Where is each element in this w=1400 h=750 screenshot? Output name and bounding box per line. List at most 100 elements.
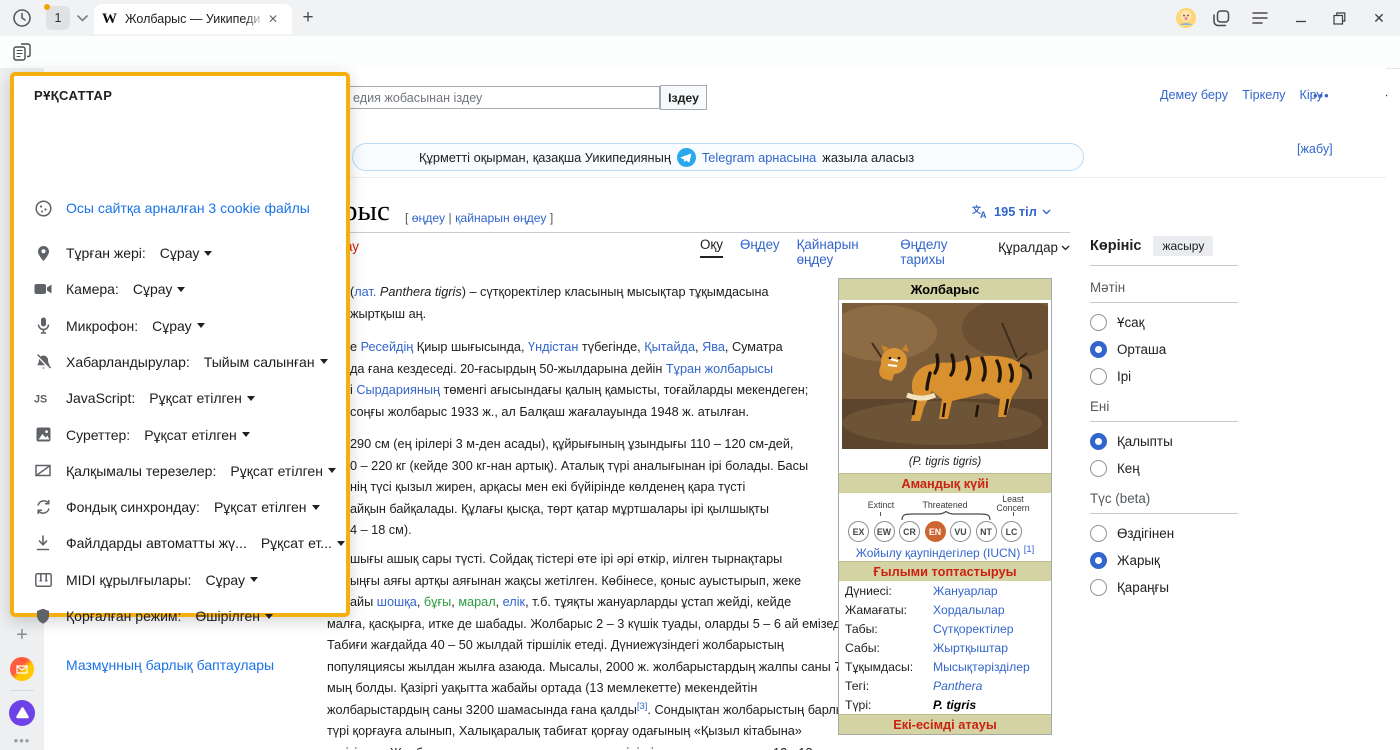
taxonomy-value[interactable]: Мысықтәрізділер bbox=[933, 660, 1030, 674]
telegram-channel-link[interactable]: Telegram арнасына bbox=[702, 150, 816, 165]
tab-group-chevron-icon[interactable] bbox=[74, 10, 90, 26]
wiki-link[interactable]: Ява bbox=[702, 340, 725, 354]
wiki-link[interactable]: шошқа bbox=[377, 595, 417, 609]
appearance-option-Ірі[interactable]: Ірі bbox=[1090, 367, 1238, 385]
permission-value-dropdown[interactable]: Сұрау bbox=[160, 245, 213, 261]
appearance-option-Жарық[interactable]: Жарық bbox=[1090, 551, 1238, 569]
article-line: да ғана кездеседі. 20-ғасырдың 50-жылдар… bbox=[327, 359, 808, 381]
taxonomy-value[interactable]: Жануарлар bbox=[933, 584, 998, 598]
taxonomy-row: Сабы:Жыртқыштар bbox=[839, 638, 1051, 657]
page-tab-Өңделу тарихы[interactable]: Өңделу тарихы bbox=[900, 237, 981, 258]
radio-button[interactable] bbox=[1090, 433, 1107, 450]
taxonomy-value[interactable]: Жыртқыштар bbox=[933, 641, 1008, 655]
top-more-menu[interactable]: ••• bbox=[1313, 88, 1330, 103]
permission-label: Микрофон: bbox=[66, 318, 138, 334]
reference-link[interactable]: [3] bbox=[637, 700, 648, 711]
yandex-mail-icon[interactable] bbox=[9, 656, 35, 682]
permission-label: Хабарландырулар: bbox=[66, 354, 190, 370]
browser-tab[interactable]: W Жолбарыс — Уикипеди ✕ bbox=[94, 4, 292, 34]
history-clock-icon[interactable] bbox=[10, 6, 34, 30]
wiki-link[interactable]: лат. bbox=[354, 285, 376, 299]
permission-value-dropdown[interactable]: Сұрау bbox=[133, 281, 186, 297]
wiki-link[interactable]: бұғы bbox=[424, 595, 451, 609]
tab-close-icon[interactable]: ✕ bbox=[265, 11, 281, 27]
page-tab-Өңдеу[interactable]: Өңдеу bbox=[740, 237, 780, 258]
wiki-link[interactable]: марал bbox=[458, 595, 495, 609]
permission-value-dropdown[interactable]: Рұқсат етілген bbox=[214, 499, 320, 515]
edit-source-link[interactable]: қайнарын өңдеу bbox=[455, 211, 546, 225]
taxonomy-label: Дүниесі: bbox=[839, 581, 927, 600]
status-reference[interactable]: [1] bbox=[1024, 544, 1035, 555]
page-tab-Қайнарын өңдеу[interactable]: Қайнарын өңдеу bbox=[797, 237, 884, 258]
wiki-link[interactable]: Үндістан bbox=[528, 340, 578, 354]
wiki-search-button[interactable]: Іздеу bbox=[660, 85, 707, 110]
radio-button[interactable] bbox=[1090, 579, 1107, 596]
permissions-title: РҰҚСАТТАР bbox=[34, 88, 112, 103]
appearance-option-Өздігінен[interactable]: Өздігінен bbox=[1090, 524, 1238, 542]
appearance-option-Ұсақ[interactable]: Ұсақ bbox=[1090, 313, 1238, 331]
taxonomy-value[interactable]: Сүтқоректілер bbox=[933, 622, 1014, 636]
wiki-link[interactable]: Тұран жолбарысы bbox=[666, 362, 773, 376]
window-restore-button[interactable] bbox=[1328, 7, 1350, 29]
language-selector-button[interactable]: 文A 195 тіл bbox=[972, 204, 1051, 219]
radio-button[interactable] bbox=[1090, 314, 1107, 331]
alice-assistant-icon[interactable] bbox=[9, 700, 35, 726]
page-tab-Құралдар[interactable]: Құралдар bbox=[998, 237, 1070, 258]
appearance-hide-button[interactable]: жасыру bbox=[1153, 236, 1213, 256]
radio-button[interactable] bbox=[1090, 368, 1107, 385]
top-link[interactable]: Тіркелу bbox=[1242, 88, 1285, 102]
permission-value-dropdown[interactable]: Сұрау bbox=[152, 318, 205, 334]
taxonomy-label: Жамағаты: bbox=[839, 600, 927, 619]
radio-button[interactable] bbox=[1090, 525, 1107, 542]
banner-text-after: жазыла аласыз bbox=[822, 150, 914, 165]
wiki-link[interactable]: Сырдарияның bbox=[356, 383, 440, 397]
permission-value-dropdown[interactable]: Рұқсат етілген bbox=[230, 463, 336, 479]
tabs-overview-icon[interactable] bbox=[1210, 7, 1232, 29]
permission-value-dropdown[interactable]: Сұрау bbox=[205, 572, 258, 588]
wiki-link[interactable]: Ресейдің bbox=[361, 340, 414, 354]
wiki-search-input[interactable]: едия жобасынан іздеу bbox=[340, 86, 660, 109]
article-line: шығы ашық сары түсті. Сойдақ тістері өте… bbox=[327, 549, 850, 571]
banner-close-link[interactable]: [жабу] bbox=[1297, 142, 1333, 156]
appearance-option-Кең[interactable]: Кең bbox=[1090, 459, 1238, 477]
permission-value-dropdown[interactable]: Рұқсат ет... bbox=[261, 535, 345, 551]
sidebar-panels-icon[interactable] bbox=[11, 41, 33, 63]
profile-avatar[interactable] bbox=[1175, 7, 1197, 29]
iucn-label-threatened: Threatened bbox=[915, 501, 975, 510]
permission-value-dropdown[interactable]: Тыйым салынған bbox=[204, 354, 328, 370]
all-content-settings-link[interactable]: Мазмұнның барлық баптаулары bbox=[66, 657, 274, 673]
appearance-option-Орташа[interactable]: Орташа bbox=[1090, 340, 1238, 358]
permission-value-dropdown[interactable]: Рұқсат етілген bbox=[149, 390, 255, 406]
wiki-link[interactable]: елік bbox=[503, 595, 525, 609]
permission-value-dropdown[interactable]: Өшірілген bbox=[195, 608, 273, 624]
tab-group-chip[interactable]: 1 bbox=[46, 6, 70, 30]
permission-value-dropdown[interactable]: Рұқсат етілген bbox=[144, 427, 250, 443]
appearance-option-Қараңғы[interactable]: Қараңғы bbox=[1090, 578, 1238, 596]
edit-link[interactable]: өңдеу bbox=[412, 211, 445, 225]
top-link[interactable]: Демеу беру bbox=[1160, 88, 1228, 102]
browser-menu-icon[interactable] bbox=[1249, 7, 1271, 29]
permission-row: Камера:Сұрау bbox=[34, 278, 185, 300]
new-tab-button[interactable]: + bbox=[298, 8, 318, 28]
page-tab-Оқу[interactable]: Оқу bbox=[700, 237, 723, 258]
wiki-link[interactable]: Қытайда bbox=[644, 340, 695, 354]
sidebar-add-button[interactable]: + bbox=[11, 624, 33, 646]
radio-button[interactable] bbox=[1090, 341, 1107, 358]
taxonomy-value[interactable]: Panthera bbox=[933, 679, 982, 693]
radio-button[interactable] bbox=[1090, 460, 1107, 477]
window-close-button[interactable]: ✕ bbox=[1368, 7, 1390, 29]
sidebar-more-icon[interactable]: ••• bbox=[9, 732, 35, 748]
window-minimize-button[interactable] bbox=[1290, 7, 1312, 29]
article-text: Қиыр шығысында, bbox=[413, 340, 528, 354]
status-link[interactable]: Жойылу қаупіндегілер (IUCN) bbox=[856, 546, 1021, 560]
taxonomy-value[interactable]: Хордалылар bbox=[933, 603, 1005, 617]
article-text: , bbox=[496, 595, 503, 609]
appearance-option-Қалыпты[interactable]: Қалыпты bbox=[1090, 432, 1238, 450]
browser-toolbar: https://kk.wikipedia.org/wiki/Жолбарыс 1… bbox=[0, 36, 1400, 69]
tiger-image[interactable] bbox=[839, 300, 1051, 452]
radio-button[interactable] bbox=[1090, 552, 1107, 569]
auto-download-icon bbox=[34, 534, 52, 552]
appearance-section: Түс (beta)ӨздігіненЖарықҚараңғы bbox=[1090, 491, 1238, 596]
appearance-title: Көрініс bbox=[1090, 238, 1141, 254]
cookies-link[interactable]: Осы сайтқа арналған 3 cookie файлы bbox=[66, 200, 310, 216]
